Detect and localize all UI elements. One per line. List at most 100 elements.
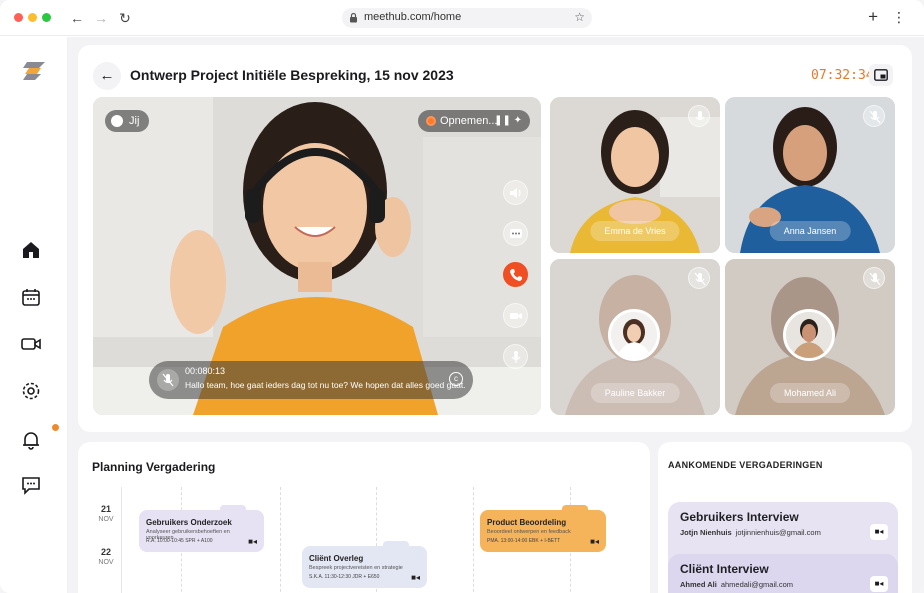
app-logo (23, 62, 45, 80)
closed-caption-icon[interactable]: c (449, 372, 463, 386)
video-camera-icon[interactable]: ■◂ (590, 537, 599, 546)
video-camera-icon[interactable] (20, 333, 42, 355)
browser-toolbar: ← → ↻ meethub.com/home ☆ + ⋮ (0, 0, 924, 36)
event-meta: R.A. 10:00-10:45 SPR + A100 (146, 538, 213, 544)
participant-tile[interactable]: Anna Jansen (725, 97, 895, 253)
microphone-icon (511, 351, 521, 363)
video-call-panel: ← Ontwerp Project Initiële Bespreking, 1… (78, 45, 912, 432)
speaker-icon (510, 188, 521, 198)
event-tab (383, 541, 409, 549)
settings-gear-icon[interactable] (20, 380, 42, 402)
timeline-axis (121, 487, 122, 593)
calendar-event[interactable]: Gebruikers Onderzoek Analyseer gebruiker… (139, 505, 264, 552)
event-title: Product Beoordeling (487, 518, 567, 527)
meeting-attendee: Ahmed Ali ahmedali@gmail.com (680, 580, 886, 589)
you-label: Jij (129, 115, 140, 127)
attendee-email: jotjinnienhuis@gmail.com (735, 528, 821, 537)
picture-in-picture-icon (874, 69, 888, 81)
planning-title: Planning Vergadering (92, 460, 216, 474)
event-tab (220, 505, 246, 513)
you-indicator: Jij (105, 110, 150, 132)
participant-mic-muted-icon[interactable] (688, 267, 710, 289)
upcoming-meeting-card[interactable]: Cliënt Interview Ahmed Ali ahmedali@gmail… (668, 554, 898, 593)
upcoming-title: AANKOMENDE VERGADERINGEN (668, 460, 823, 470)
timeline-gridline (473, 487, 474, 593)
caption-timestamp: 00:080:13 (185, 366, 226, 376)
url-text: meethub.com/home (364, 11, 462, 23)
video-camera-icon[interactable]: ■◂ (248, 537, 257, 546)
attendee-name: Jotjn Nienhuis (680, 528, 732, 537)
camera-icon (510, 313, 522, 319)
picture-in-picture-button[interactable] (869, 64, 893, 86)
video-camera-icon[interactable]: ■◂ (870, 576, 888, 592)
close-window-button[interactable] (14, 13, 23, 22)
attendee-email: ahmedali@gmail.com (720, 580, 794, 589)
call-timer: 07:32:34 (811, 68, 874, 83)
meeting-title: Ontwerp Project Initiële Bespreking, 15 … (130, 67, 454, 83)
reload-icon[interactable]: ↻ (116, 9, 134, 27)
chat-icon[interactable] (20, 474, 42, 496)
participant-mic-muted-icon[interactable] (863, 267, 885, 289)
meeting-name: Gebruikers Interview (680, 510, 799, 524)
pause-recording-icon[interactable]: ❚❚ ✦ (494, 110, 522, 132)
participant-name: Anna Jansen (769, 221, 851, 241)
participant-tile[interactable]: Pauline Bakker (550, 259, 720, 415)
back-button[interactable]: ← (93, 62, 121, 90)
main-content: ← Ontwerp Project Initiële Bespreking, 1… (68, 37, 924, 593)
participant-mic-icon[interactable] (688, 105, 710, 127)
end-call-button[interactable] (503, 262, 528, 287)
user-icon (111, 115, 123, 127)
video-camera-icon[interactable]: ■◂ (411, 573, 420, 582)
address-bar[interactable]: meethub.com/home ☆ (342, 8, 592, 28)
live-caption: 00:080:13 Hallo team, hoe gaat ieders da… (149, 361, 473, 399)
participant-avatar (783, 309, 835, 361)
phone-icon (510, 269, 522, 281)
calendar-icon[interactable] (20, 286, 42, 308)
day-month: NOV (98, 516, 114, 523)
bookmark-star-icon[interactable]: ☆ (574, 10, 585, 24)
calendar-event[interactable]: Cliënt Overleg Bespreek projectvereisten… (302, 541, 427, 588)
notification-badge (52, 424, 59, 431)
maximize-window-button[interactable] (42, 13, 51, 22)
attendee-name: Ahmed Ali (680, 580, 717, 589)
more-dots-icon (510, 229, 522, 238)
notifications-bell-icon[interactable] (20, 424, 59, 451)
participant-tile[interactable]: Mohamed Ali (725, 259, 895, 415)
toggle-mic-button[interactable] (503, 344, 528, 369)
chat-options-button[interactable] (503, 221, 528, 246)
meeting-planning-panel: Planning Vergadering 21 NOV 22 NOV Gebru… (78, 442, 650, 593)
day-label: 21 NOV (96, 504, 116, 523)
browser-back-icon[interactable]: ← (68, 9, 86, 27)
participant-tile[interactable]: Emma de Vries (550, 97, 720, 253)
recording-label: Opnemen... (440, 115, 498, 127)
recording-indicator[interactable]: Opnemen... ❚❚ ✦ (418, 110, 530, 132)
event-subtitle: Beoordeel ontwerpen en feedback (487, 529, 571, 535)
record-dot-icon (426, 116, 436, 126)
speaker-volume-button[interactable] (503, 180, 528, 205)
main-speaker-video[interactable]: Jij Opnemen... ❚❚ ✦ 00:080:13 Hallo team… (93, 97, 541, 415)
calendar-event[interactable]: Product Beoordeling Beoordeel ontwerpen … (480, 505, 606, 552)
minimize-window-button[interactable] (28, 13, 37, 22)
event-subtitle: Bespreek projectvereisten en strategie (309, 565, 403, 571)
participant-avatar (608, 309, 660, 361)
browser-menu-icon[interactable]: ⋮ (892, 8, 906, 26)
participant-name: Mohamed Ali (769, 383, 851, 403)
event-title: Gebruikers Onderzoek (146, 518, 232, 527)
meeting-attendee: Jotjn Nienhuis jotjinnienhuis@gmail.com (680, 528, 886, 537)
timeline-gridline (280, 487, 281, 593)
participant-mic-muted-icon[interactable] (863, 105, 885, 127)
browser-window: ← → ↻ meethub.com/home ☆ + ⋮ ← Ontwerp P… (0, 0, 924, 593)
sidebar (0, 37, 68, 593)
participant-name: Pauline Bakker (590, 383, 680, 403)
lock-icon (350, 12, 357, 23)
event-meta: PMA. 13:00-14:00 EBK + I-BETT (487, 538, 561, 544)
home-icon[interactable] (20, 239, 42, 261)
new-tab-button[interactable]: + (868, 8, 878, 26)
browser-forward-icon[interactable]: → (92, 9, 110, 27)
upcoming-meetings-panel: AANKOMENDE VERGADERINGEN Gebruikers Inte… (658, 442, 912, 593)
toggle-camera-button[interactable] (503, 303, 528, 328)
day-month: NOV (98, 559, 114, 566)
day-number: 22 (100, 547, 111, 557)
video-camera-icon[interactable]: ■◂ (870, 524, 888, 540)
participant-name: Emma de Vries (590, 221, 680, 241)
